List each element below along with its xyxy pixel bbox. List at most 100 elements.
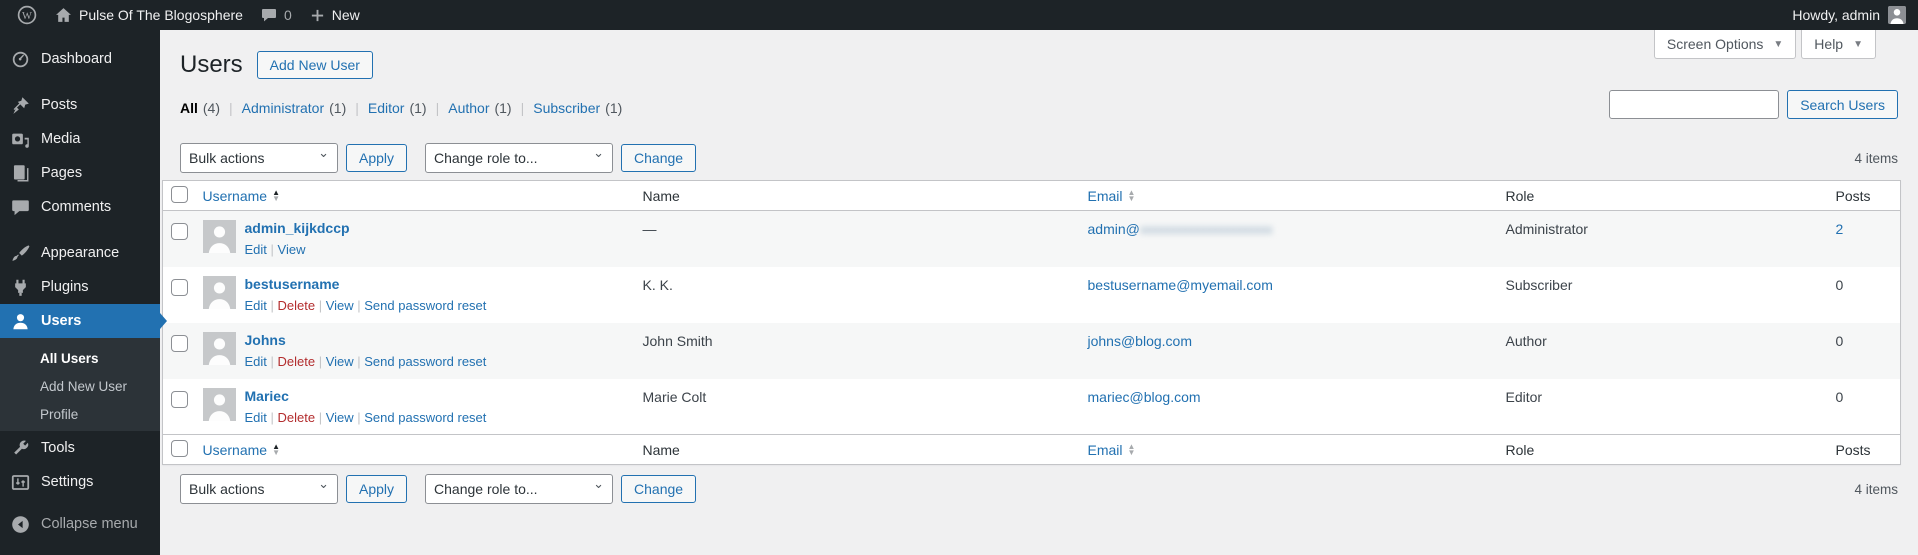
page-title: Users bbox=[180, 51, 243, 78]
avatar bbox=[202, 275, 236, 309]
posts-header: Posts bbox=[1835, 187, 1871, 204]
sidebar-item-settings[interactable]: Settings bbox=[0, 465, 160, 499]
submenu-add-new-user[interactable]: Add New User bbox=[0, 373, 160, 401]
sidebar-item-tools[interactable]: Tools bbox=[0, 431, 160, 465]
email-link[interactable]: admin@xxxxxxxxxxxxxxxxxxxxxx bbox=[1088, 221, 1273, 237]
bulk-actions-select[interactable]: Bulk actions bbox=[180, 143, 338, 173]
avatar bbox=[202, 387, 236, 421]
screen-options-button[interactable]: Screen Options ▼ bbox=[1653, 30, 1797, 59]
howdy-text: Howdy, admin bbox=[1792, 7, 1880, 23]
apply-button[interactable]: Apply bbox=[346, 475, 408, 503]
view-link[interactable]: View bbox=[278, 242, 306, 257]
sidebar-item-users[interactable]: Users bbox=[0, 304, 167, 338]
sort-username-header[interactable]: Username ▲ ▼ bbox=[203, 188, 281, 204]
row-actions: EditView bbox=[245, 242, 350, 257]
plus-icon bbox=[310, 8, 325, 23]
sort-username-header[interactable]: Username ▲ ▼ bbox=[203, 442, 281, 458]
search-users-input[interactable] bbox=[1609, 90, 1780, 119]
sort-arrows-icon: ▲ ▼ bbox=[1127, 441, 1136, 457]
new-content-menu[interactable]: New bbox=[301, 0, 369, 30]
posts-count-link[interactable]: 2 bbox=[1836, 221, 1844, 237]
send-password-reset-link[interactable]: Send password reset bbox=[364, 410, 486, 425]
delete-link[interactable]: Delete bbox=[278, 298, 326, 313]
change-role-button[interactable]: Change bbox=[621, 144, 697, 172]
edit-link[interactable]: Edit bbox=[245, 242, 278, 257]
users-submenu: All Users Add New User Profile bbox=[0, 338, 160, 431]
avatar bbox=[202, 331, 236, 365]
collapse-menu-button[interactable]: Collapse menu bbox=[0, 507, 160, 541]
name-cell: — bbox=[642, 221, 657, 237]
sidebar-item-media[interactable]: Media bbox=[0, 122, 160, 156]
comments-count: 0 bbox=[283, 7, 292, 23]
name-header: Name bbox=[642, 441, 680, 458]
sidebar-item-dashboard[interactable]: Dashboard bbox=[0, 42, 160, 76]
sidebar-item-posts[interactable]: Posts bbox=[0, 88, 160, 122]
redacted-email: xxxxxxxxxxxxxxxxxxxxxx bbox=[1139, 221, 1273, 237]
role-cell: Administrator bbox=[1505, 221, 1588, 237]
items-count: 4 items bbox=[1854, 481, 1898, 497]
edit-link[interactable]: Edit bbox=[245, 298, 278, 313]
view-link[interactable]: View bbox=[326, 298, 365, 313]
admin-bar: W Pulse Of The Blogosphere 0 New Howdy, … bbox=[0, 0, 1918, 30]
add-new-user-button[interactable]: Add New User bbox=[256, 51, 373, 79]
comments-bubble[interactable]: 0 bbox=[252, 0, 301, 30]
my-account-menu[interactable]: Howdy, admin bbox=[1780, 0, 1918, 30]
name-cell: K. K. bbox=[642, 276, 673, 293]
send-password-reset-link[interactable]: Send password reset bbox=[364, 298, 486, 313]
filter-administrator: Administrator (1) bbox=[242, 100, 368, 116]
email-link[interactable]: johns@blog.com bbox=[1088, 333, 1193, 349]
edit-link[interactable]: Edit bbox=[245, 354, 278, 369]
send-password-reset-link[interactable]: Send password reset bbox=[364, 354, 486, 369]
wordpress-logo-menu[interactable]: W bbox=[8, 0, 46, 30]
sort-email-header[interactable]: Email ▲ ▼ bbox=[1088, 442, 1136, 458]
sidebar-item-pages[interactable]: Pages bbox=[0, 156, 160, 190]
table-row: Johns EditDeleteViewSend password reset … bbox=[162, 322, 1901, 379]
home-icon bbox=[55, 7, 72, 24]
select-all-checkbox[interactable] bbox=[171, 185, 188, 203]
row-checkbox[interactable] bbox=[171, 278, 188, 296]
row-actions: EditDeleteViewSend password reset bbox=[245, 354, 487, 369]
admin-menu: Dashboard Posts Media Pages Comments App… bbox=[0, 30, 167, 555]
site-name-link[interactable]: Pulse Of The Blogosphere bbox=[46, 0, 252, 30]
plug-icon bbox=[15, 279, 26, 296]
username-link[interactable]: Johns bbox=[245, 332, 286, 348]
submenu-profile[interactable]: Profile bbox=[0, 401, 160, 429]
new-label: New bbox=[331, 7, 360, 23]
username-link[interactable]: admin_kijkdccp bbox=[245, 220, 350, 236]
edit-link[interactable]: Edit bbox=[245, 410, 278, 425]
role-cell: Editor bbox=[1505, 388, 1543, 405]
change-role-select[interactable]: Change role to... bbox=[425, 143, 614, 173]
username-link[interactable]: Mariec bbox=[245, 388, 289, 404]
row-checkbox[interactable] bbox=[171, 334, 188, 352]
help-button[interactable]: Help ▼ bbox=[1801, 30, 1876, 59]
submenu-all-users[interactable]: All Users bbox=[0, 345, 160, 373]
sidebar-item-plugins[interactable]: Plugins bbox=[0, 270, 160, 304]
row-checkbox[interactable] bbox=[171, 390, 188, 408]
row-checkbox[interactable] bbox=[171, 223, 188, 240]
table-row: Mariec EditDeleteViewSend password reset… bbox=[163, 379, 1901, 435]
wordpress-logo-icon: W bbox=[17, 5, 37, 25]
table-row: admin_kijkdccp EditView — admin@xxxxxxxx… bbox=[162, 210, 1901, 267]
sidebar-item-appearance[interactable]: Appearance bbox=[0, 236, 160, 270]
select-all-checkbox[interactable] bbox=[171, 439, 188, 457]
delete-link[interactable]: Delete bbox=[278, 410, 326, 425]
bulk-actions-select[interactable]: Bulk actions bbox=[180, 474, 338, 504]
role-header: Role bbox=[1505, 441, 1535, 458]
collapse-arrow-icon bbox=[12, 515, 29, 533]
site-name: Pulse Of The Blogosphere bbox=[79, 7, 243, 23]
sort-email-header[interactable]: Email ▲ ▼ bbox=[1088, 188, 1136, 204]
main-content: Screen Options ▼ Help ▼ Users Add New Us… bbox=[160, 30, 1918, 555]
sidebar-item-comments[interactable]: Comments bbox=[0, 190, 160, 224]
email-link[interactable]: mariec@blog.com bbox=[1088, 389, 1201, 405]
change-role-select[interactable]: Change role to... bbox=[425, 474, 614, 504]
delete-link[interactable]: Delete bbox=[278, 354, 326, 369]
view-link[interactable]: View bbox=[326, 410, 365, 425]
users-table: Username ▲ ▼ Name Email ▲ ▼ Role Posts admin… bbox=[162, 180, 1901, 465]
username-link[interactable]: bestusername bbox=[245, 276, 340, 292]
apply-button[interactable]: Apply bbox=[346, 144, 408, 172]
view-link[interactable]: View bbox=[326, 354, 365, 369]
email-link[interactable]: bestusername@myemail.com bbox=[1088, 277, 1273, 293]
users-icon bbox=[13, 313, 28, 329]
change-role-button[interactable]: Change bbox=[621, 475, 697, 503]
search-users-button[interactable]: Search Users bbox=[1787, 90, 1898, 119]
